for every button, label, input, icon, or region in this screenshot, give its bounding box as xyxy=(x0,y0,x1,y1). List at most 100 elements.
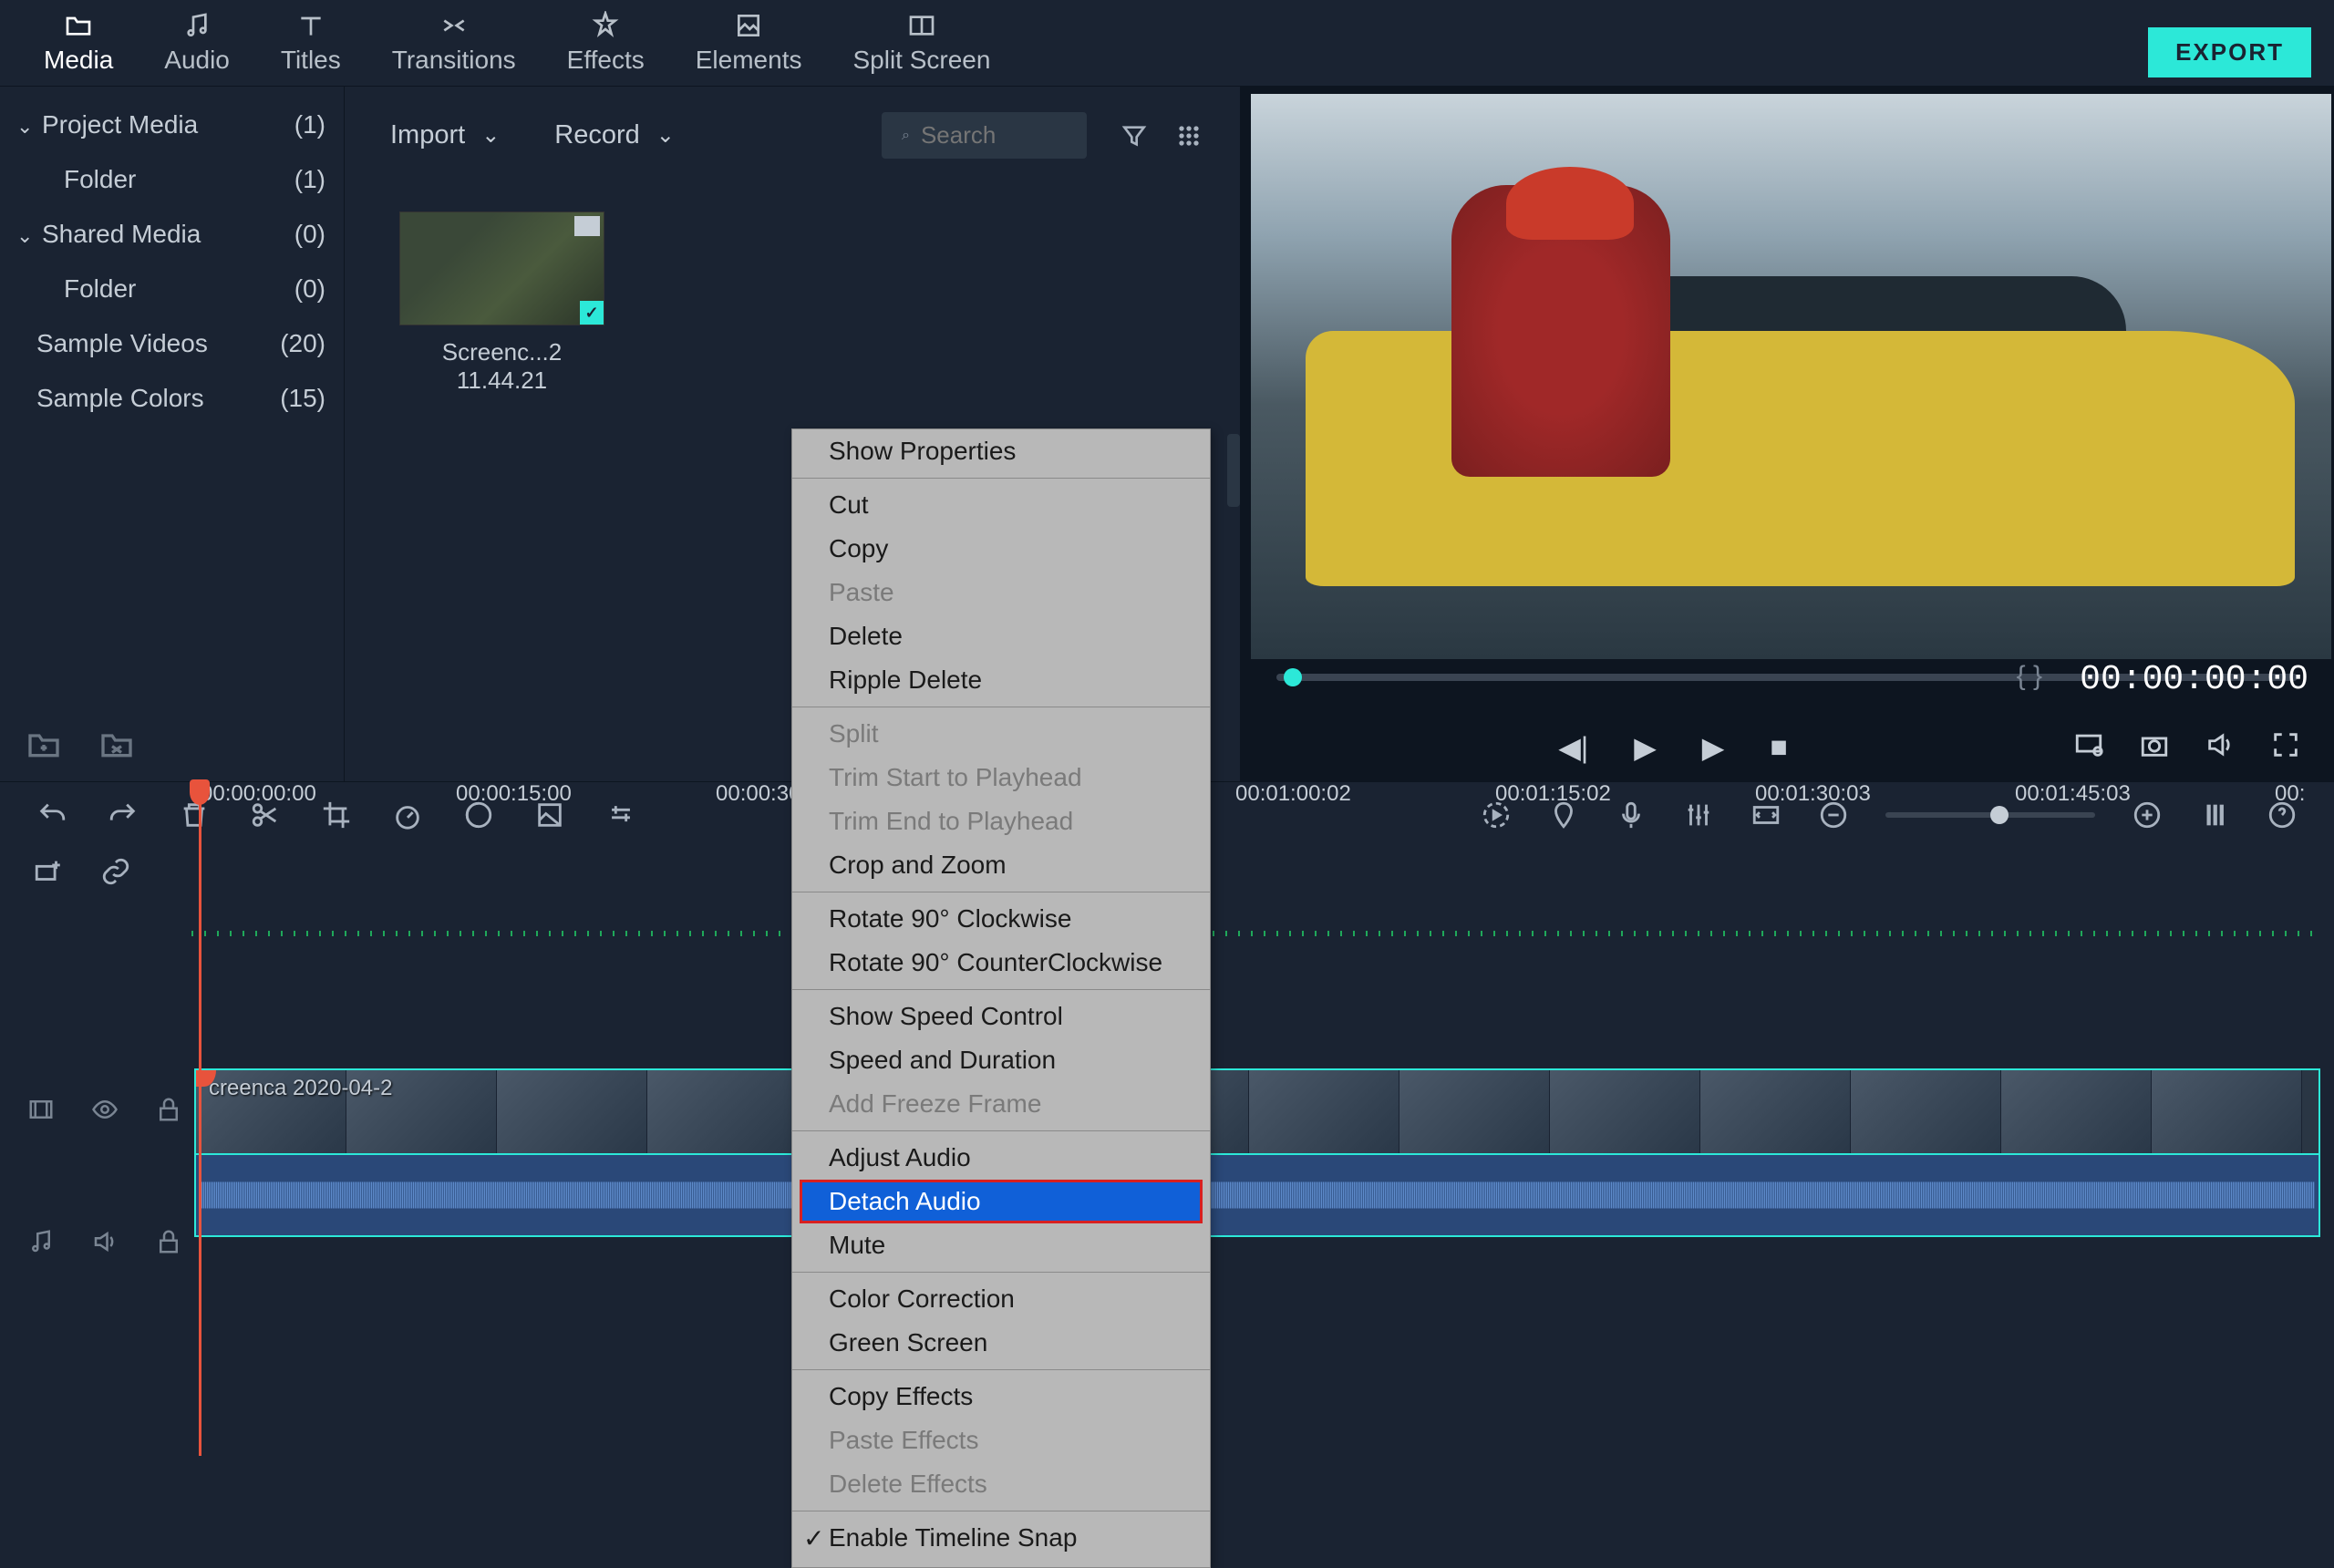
menu-rotate-cw[interactable]: Rotate 90° Clockwise xyxy=(792,897,1210,941)
menu-mute[interactable]: Mute xyxy=(792,1223,1210,1267)
video-icon[interactable] xyxy=(27,1096,55,1128)
media-thumbnail: ✓ xyxy=(399,211,604,325)
chevron-down-icon: ⌄ xyxy=(656,122,675,149)
transitions-icon xyxy=(439,11,469,40)
tab-transitions[interactable]: Transitions xyxy=(367,0,542,86)
scrubber-playhead[interactable] xyxy=(1284,668,1302,686)
sidebar-project-media[interactable]: ⌄Project Media(1) xyxy=(0,98,344,152)
preview-panel: { } 00:00:00:00 ◀| ▶ ▶ ■ xyxy=(1240,87,2334,781)
prev-frame-button[interactable]: ◀| xyxy=(1558,730,1588,765)
add-track-icon[interactable] xyxy=(33,856,64,892)
mute-icon[interactable] xyxy=(91,1228,119,1260)
record-button[interactable]: Record⌄ xyxy=(554,120,686,150)
preview-video[interactable] xyxy=(1251,94,2331,659)
menu-adjust-audio[interactable]: Adjust Audio xyxy=(792,1136,1210,1180)
sidebar: ⌄Project Media(1) Folder(1) ⌄Shared Medi… xyxy=(0,87,345,781)
menu-enable-snap[interactable]: ✓Enable Timeline Snap xyxy=(792,1516,1210,1560)
ruler-line xyxy=(191,931,2323,936)
menu-detach-audio[interactable]: Detach Audio xyxy=(800,1180,1203,1223)
menu-delete[interactable]: Delete xyxy=(792,614,1210,658)
display-settings-icon[interactable] xyxy=(2073,729,2104,765)
video-clip[interactable]: creenca 2020-04-2 xyxy=(194,1068,2320,1155)
menu-crop-zoom[interactable]: Crop and Zoom xyxy=(792,843,1210,887)
search-input[interactable] xyxy=(921,121,1067,150)
split-screen-icon xyxy=(907,11,936,40)
import-button[interactable]: Import⌄ xyxy=(390,120,511,150)
elements-icon xyxy=(734,11,763,40)
search-icon: ⌕ xyxy=(902,128,910,144)
music-icon xyxy=(182,11,212,40)
menu-paste: Paste xyxy=(792,571,1210,614)
visibility-icon[interactable] xyxy=(91,1096,119,1128)
chevron-down-icon: ⌄ xyxy=(481,122,500,149)
menu-copy-effects[interactable]: Copy Effects xyxy=(792,1375,1210,1418)
menu-green-screen[interactable]: Green Screen xyxy=(792,1321,1210,1365)
tab-elements[interactable]: Elements xyxy=(670,0,828,86)
tab-split-screen[interactable]: Split Screen xyxy=(827,0,1016,86)
fullscreen-icon[interactable] xyxy=(2270,729,2301,765)
menu-show-speed[interactable]: Show Speed Control xyxy=(792,995,1210,1038)
menu-trim-start: Trim Start to Playhead xyxy=(792,756,1210,799)
menu-ripple-delete[interactable]: Ripple Delete xyxy=(792,658,1210,702)
media-item-label: Screenc...2 11.44.21 xyxy=(399,338,604,395)
waveform xyxy=(200,1162,2315,1228)
export-button[interactable]: EXPORT xyxy=(2148,27,2311,77)
text-icon xyxy=(296,11,325,40)
menu-split: Split xyxy=(792,712,1210,756)
menu-speed-duration[interactable]: Speed and Duration xyxy=(792,1038,1210,1082)
audio-track-header xyxy=(0,1228,191,1260)
folder-icon xyxy=(64,11,93,40)
tab-titles[interactable]: Titles xyxy=(255,0,367,86)
delete-folder-icon[interactable] xyxy=(98,727,135,763)
timeline-ruler[interactable]: 00:00:00:00 00:00:15:00 00:00:30 00:01:0… xyxy=(191,781,2334,834)
effects-icon xyxy=(591,11,620,40)
snapshot-icon[interactable] xyxy=(2139,729,2170,765)
menu-add-freeze: Add Freeze Frame xyxy=(792,1082,1210,1126)
sidebar-sample-videos[interactable]: Sample Videos(20) xyxy=(0,316,344,371)
menu-rotate-ccw[interactable]: Rotate 90° CounterClockwise xyxy=(792,941,1210,985)
panel-resize-handle[interactable] xyxy=(1227,434,1240,507)
video-track-header xyxy=(0,1096,191,1128)
sidebar-folder-2[interactable]: Folder(0) xyxy=(0,262,344,316)
top-tab-bar: Media Audio Titles Transitions Effects E… xyxy=(0,0,2334,87)
volume-icon[interactable] xyxy=(2205,729,2236,765)
clip-label: creenca 2020-04-2 xyxy=(209,1076,392,1101)
sidebar-folder-1[interactable]: Folder(1) xyxy=(0,152,344,207)
video-track[interactable]: creenca 2020-04-2 xyxy=(194,1068,2320,1155)
menu-copy[interactable]: Copy xyxy=(792,527,1210,571)
film-strip-icon xyxy=(574,216,600,236)
menu-paste-effects: Paste Effects xyxy=(792,1418,1210,1462)
menu-trim-end: Trim End to Playhead xyxy=(792,799,1210,843)
tab-effects[interactable]: Effects xyxy=(542,0,670,86)
filter-icon[interactable] xyxy=(1120,121,1149,150)
lock-icon[interactable] xyxy=(155,1228,182,1260)
link-icon[interactable] xyxy=(100,856,131,892)
menu-cut[interactable]: Cut xyxy=(792,483,1210,527)
preview-brackets[interactable]: { } xyxy=(2017,661,2042,692)
sidebar-sample-colors[interactable]: Sample Colors(15) xyxy=(0,371,344,426)
preview-timecode: 00:00:00:00 xyxy=(2080,660,2308,699)
menu-color-correction[interactable]: Color Correction xyxy=(792,1277,1210,1321)
tab-media[interactable]: Media xyxy=(18,0,139,86)
play-button[interactable]: ▶ xyxy=(1634,730,1657,765)
check-icon: ✓ xyxy=(803,1523,824,1553)
media-toolbar: Import⌄ Record⌄ ⌕ xyxy=(345,87,1240,184)
menu-delete-effects: Delete Effects xyxy=(792,1462,1210,1506)
music-icon[interactable] xyxy=(27,1228,55,1260)
redo-icon[interactable] xyxy=(108,799,139,830)
search-box[interactable]: ⌕ xyxy=(882,112,1087,159)
audio-waveform-track[interactable] xyxy=(194,1155,2320,1237)
sidebar-shared-media[interactable]: ⌄Shared Media(0) xyxy=(0,207,344,262)
tab-audio[interactable]: Audio xyxy=(139,0,255,86)
undo-icon[interactable] xyxy=(36,799,67,830)
new-folder-icon[interactable] xyxy=(26,727,62,763)
stop-button[interactable]: ■ xyxy=(1770,730,1787,764)
context-menu: Show Properties Cut Copy Paste Delete Ri… xyxy=(791,428,1211,1568)
media-item[interactable]: ✓ Screenc...2 11.44.21 xyxy=(399,211,604,395)
check-icon: ✓ xyxy=(580,301,604,325)
menu-show-properties[interactable]: Show Properties xyxy=(792,429,1210,473)
playhead[interactable] xyxy=(199,781,201,1456)
next-frame-button[interactable]: ▶ xyxy=(1702,730,1725,765)
grid-view-icon[interactable] xyxy=(1174,121,1203,150)
lock-icon[interactable] xyxy=(155,1096,182,1128)
